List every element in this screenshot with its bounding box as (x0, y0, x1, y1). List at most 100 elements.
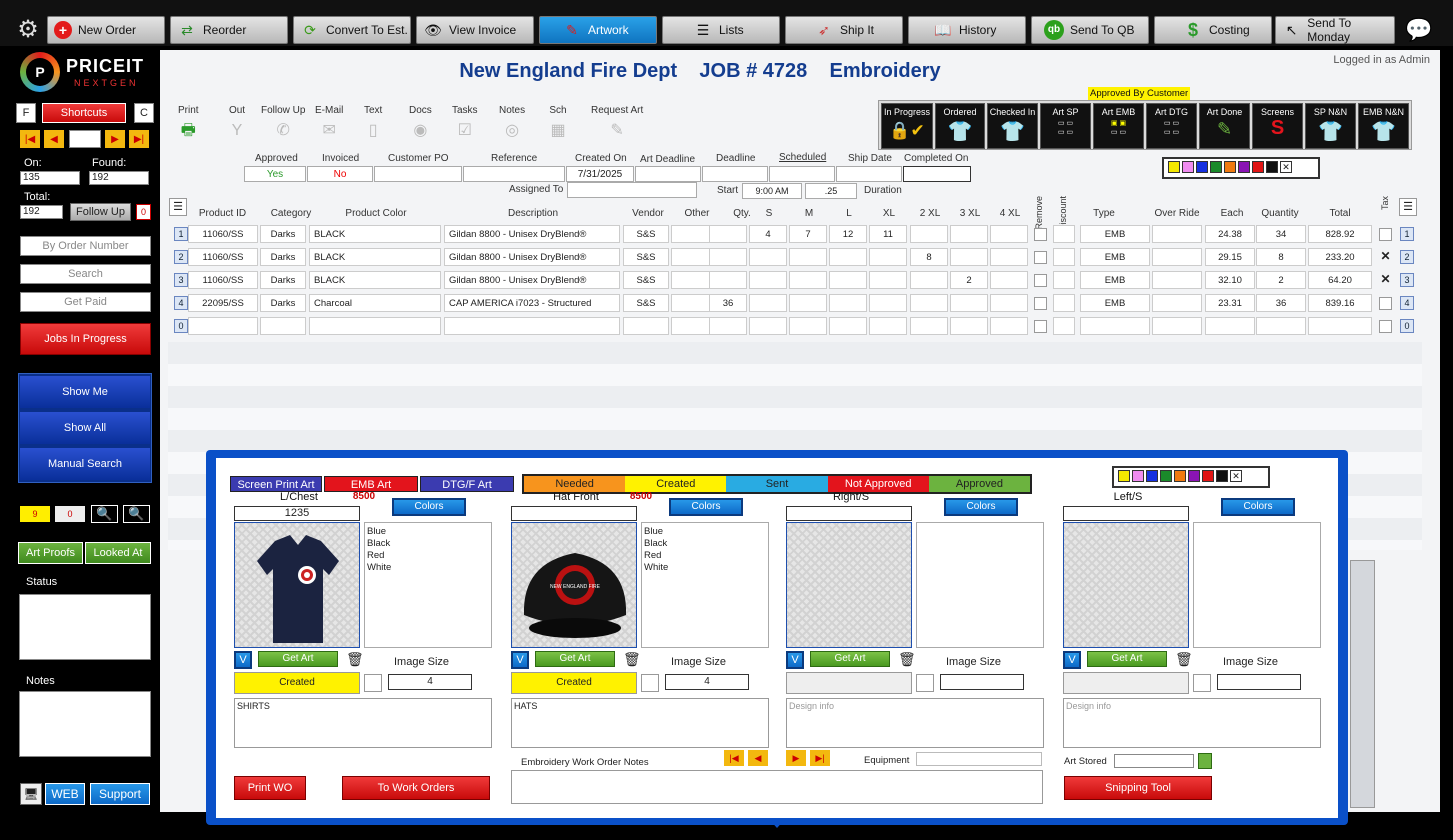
reference-field[interactable] (463, 166, 565, 182)
clear-color-swatch[interactable]: ✕ (1280, 161, 1292, 174)
cell-x4[interactable] (990, 294, 1028, 312)
v-button[interactable]: V (1063, 651, 1081, 669)
tab-emb-art[interactable]: EMB Art (324, 476, 418, 492)
cell-m[interactable] (789, 271, 827, 289)
cell-empty[interactable] (1152, 225, 1202, 243)
color-swatch[interactable] (1216, 470, 1228, 483)
cell-each[interactable]: 23.31 (1205, 294, 1255, 312)
art-stored-check[interactable] (1198, 753, 1212, 769)
search-button[interactable]: Search (20, 264, 151, 284)
cell-cat[interactable] (260, 317, 306, 335)
art-deadline-field[interactable] (635, 166, 701, 182)
color-swatch[interactable] (1118, 470, 1130, 483)
cell-vendor[interactable] (623, 317, 669, 335)
cell-xl[interactable]: 11 (869, 225, 907, 243)
cell-xl[interactable] (869, 294, 907, 312)
row-number[interactable]: 4 (174, 296, 188, 310)
slot-field[interactable] (511, 506, 637, 521)
status-emb-nn[interactable]: EMB N&N 👕 (1358, 103, 1409, 149)
remove-checkbox[interactable] (1034, 274, 1047, 287)
image-size-field[interactable] (940, 674, 1024, 690)
cell-quantity[interactable] (1256, 317, 1306, 335)
zoom-in-icon[interactable]: 🔍 (91, 505, 118, 523)
color-swatch[interactable] (1174, 470, 1186, 483)
get-art-button[interactable]: Get Art (258, 651, 338, 667)
cell-quantity[interactable]: 8 (1256, 248, 1306, 266)
cell-qty[interactable]: 36 (709, 294, 747, 312)
cell-xl[interactable] (869, 248, 907, 266)
image-size-field[interactable] (1217, 674, 1301, 690)
cell-s[interactable] (749, 248, 787, 266)
notes-action[interactable]: Notes ◎ (499, 105, 525, 140)
cell-l[interactable] (829, 248, 867, 266)
slot-field[interactable]: 1235 (234, 506, 360, 521)
notes-field[interactable] (19, 691, 151, 757)
cell-color[interactable]: BLACK (309, 271, 441, 289)
cell-xxl[interactable] (910, 317, 948, 335)
out-action[interactable]: Out Y (228, 105, 246, 140)
cell-quantity[interactable]: 36 (1256, 294, 1306, 312)
support-button[interactable]: Support (90, 783, 150, 805)
v-button[interactable]: V (511, 651, 529, 669)
slot-field[interactable] (786, 506, 912, 521)
invoiced-value[interactable]: No (307, 166, 373, 182)
record-field[interactable] (69, 130, 101, 148)
colors-list[interactable] (1193, 522, 1321, 648)
reorder-button[interactable]: ⇄ Reorder (170, 16, 288, 44)
row-number[interactable]: 1 (174, 227, 188, 241)
cell-color[interactable]: BLACK (309, 248, 441, 266)
cell-type[interactable] (1080, 317, 1150, 335)
colors-list[interactable]: Blue Black Red White (364, 522, 492, 648)
art-check[interactable] (916, 674, 934, 692)
get-paid-button[interactable]: Get Paid (20, 292, 151, 312)
cell-type[interactable]: EMB (1080, 294, 1150, 312)
row-number-right[interactable]: 0 (1400, 319, 1414, 333)
cell-empty[interactable] (1152, 271, 1202, 289)
colors-button[interactable]: Colors (392, 498, 466, 516)
cell-empty[interactable] (1053, 294, 1075, 312)
cell-l[interactable] (829, 271, 867, 289)
next-record-button[interactable]: ▶ (105, 130, 125, 148)
prev-art-button[interactable]: ◀ (748, 750, 768, 766)
cell-quantity[interactable]: 2 (1256, 271, 1306, 289)
cell-vendor[interactable]: S&S (623, 271, 669, 289)
follow-up-button[interactable]: Follow Up (70, 203, 131, 221)
first-record-button[interactable]: |◀ (20, 130, 40, 148)
artwork-button[interactable]: ✎ Artwork (539, 16, 657, 44)
manual-search-button[interactable]: Manual Search (20, 448, 150, 480)
snipping-tool-button[interactable]: Snipping Tool (1064, 776, 1212, 800)
colors-list[interactable]: Blue Black Red White (641, 522, 769, 648)
send-to-monday-button[interactable]: ↖ Send To Monday (1275, 16, 1395, 44)
cell-xxl[interactable]: 8 (910, 248, 948, 266)
design-info-field[interactable]: Design info (786, 698, 1044, 748)
artwork-image[interactable] (1063, 522, 1189, 648)
cell-xxl[interactable] (910, 271, 948, 289)
get-art-button[interactable]: Get Art (535, 651, 615, 667)
start-value[interactable]: 9:00 AM (742, 183, 802, 199)
status-art-emb[interactable]: Art EMB ▣ ▣ ▭ ▭ (1093, 103, 1144, 149)
row-number[interactable]: 2 (174, 250, 188, 264)
cell-qty[interactable] (709, 271, 747, 289)
cell-each[interactable]: 29.15 (1205, 248, 1255, 266)
cell-vendor[interactable]: S&S (623, 248, 669, 266)
row-number-right[interactable]: 2 (1400, 250, 1414, 264)
prev-record-button[interactable]: ◀ (44, 130, 64, 148)
trash-icon[interactable]: 🗑 (898, 650, 916, 668)
cell-color[interactable]: Charcoal (309, 294, 441, 312)
cell-quantity[interactable]: 34 (1256, 225, 1306, 243)
art-status-field[interactable] (786, 672, 912, 694)
chat-icon[interactable]: 💬 (1405, 18, 1432, 42)
slot-field[interactable] (1063, 506, 1189, 521)
cell-type[interactable]: EMB (1080, 271, 1150, 289)
color-swatch[interactable] (1266, 161, 1278, 174)
approved-value[interactable]: Yes (244, 166, 306, 182)
cell-empty[interactable] (1152, 317, 1202, 335)
cell-vendor[interactable]: S&S (623, 225, 669, 243)
tax-checkbox[interactable] (1379, 320, 1392, 333)
color-swatch[interactable] (1224, 161, 1236, 174)
cell-total[interactable] (1308, 317, 1372, 335)
clear-color-swatch[interactable]: ✕ (1230, 470, 1242, 483)
color-swatch[interactable] (1238, 161, 1250, 174)
scheduled-label[interactable]: Scheduled (779, 152, 826, 163)
computer-icon[interactable]: 🖥 (20, 783, 42, 805)
